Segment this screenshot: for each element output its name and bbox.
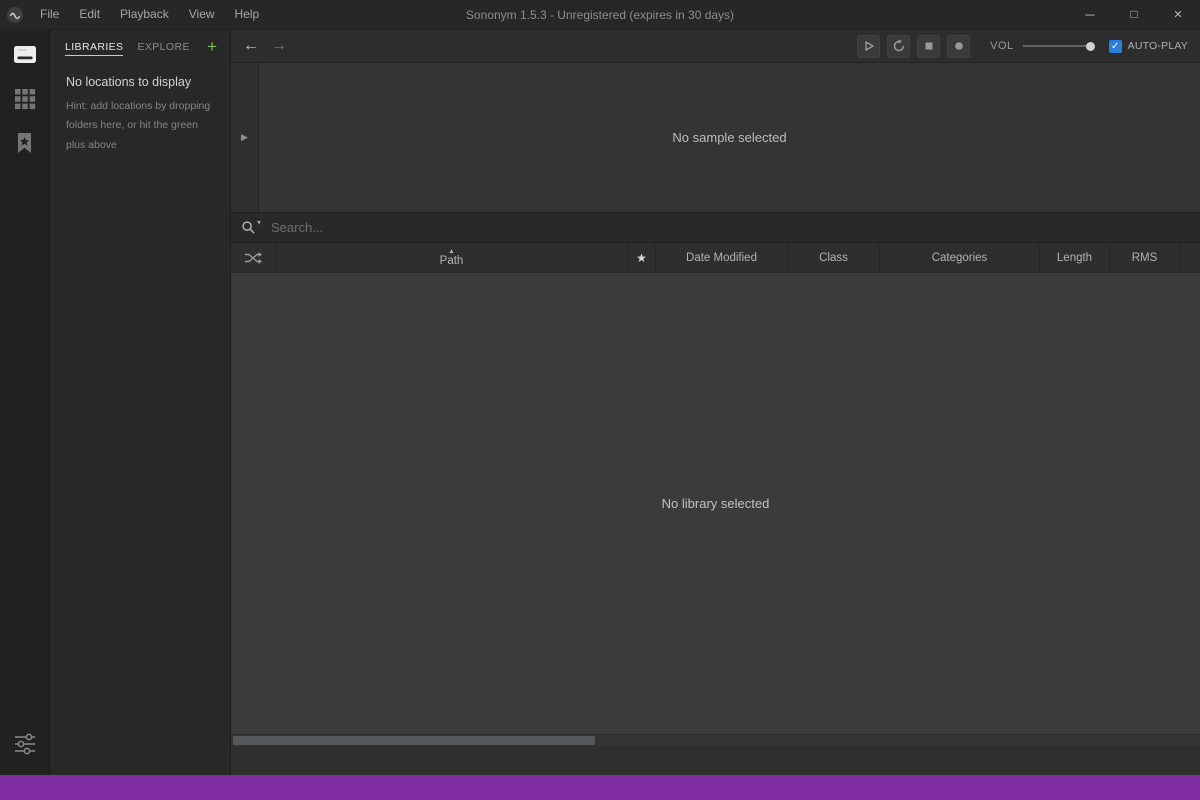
column-label: Categories <box>932 252 988 264</box>
search-icon <box>241 220 256 235</box>
main-toolbar: ← → <box>231 30 1200 63</box>
column-header-length[interactable]: Length <box>1040 243 1110 272</box>
volume-label: VOL <box>990 40 1014 52</box>
horizontal-scrollbar-thumb[interactable] <box>233 736 595 745</box>
window-controls: ─ □ × <box>1068 0 1200 29</box>
icon-rail <box>0 30 50 775</box>
menu-file[interactable]: File <box>30 0 69 29</box>
locations-empty-state: No locations to display Hint: add locati… <box>50 63 230 167</box>
search-bar: ▾ <box>231 213 1200 243</box>
preferences-sliders-icon[interactable] <box>8 727 42 761</box>
status-accent-bar <box>0 775 1200 800</box>
column-label: Date Modified <box>686 252 757 264</box>
results-table-header: ▲ Path ★ Date Modified Class Categories … <box>231 243 1200 273</box>
libraries-icon[interactable] <box>8 38 42 72</box>
status-bar <box>231 746 1200 775</box>
expand-panel-icon[interactable]: ▶ <box>241 132 248 143</box>
autoplay-label: AUTO-PLAY <box>1128 40 1188 52</box>
column-label: Path <box>440 255 464 267</box>
main-region: LIBRARIES EXPLORE + No locations to disp… <box>0 30 1200 775</box>
sample-empty-label: No sample selected <box>672 130 786 145</box>
maximize-button[interactable]: □ <box>1112 0 1156 29</box>
star-icon: ★ <box>636 251 647 265</box>
column-header-date-modified[interactable]: Date Modified <box>656 243 788 272</box>
locations-empty-hint: Hint: add locations by dropping folders … <box>66 97 212 155</box>
menu-help[interactable]: Help <box>225 0 270 29</box>
autoplay-checkbox[interactable]: ✓ <box>1109 40 1122 53</box>
column-header-class[interactable]: Class <box>788 243 880 272</box>
sample-empty-text: No sample selected <box>259 63 1200 212</box>
stop-button[interactable] <box>917 35 940 58</box>
app-logo-icon <box>0 6 30 24</box>
column-header-rms[interactable]: RMS <box>1110 243 1180 272</box>
search-dropdown-icon: ▾ <box>257 218 261 227</box>
volume-slider[interactable] <box>1023 39 1093 53</box>
forward-button[interactable]: → <box>271 37 287 55</box>
favorites-bookmark-icon[interactable] <box>8 126 42 160</box>
menu-playback[interactable]: Playback <box>110 0 179 29</box>
transport-controls <box>857 35 970 58</box>
library-empty-text: No library selected <box>662 496 770 511</box>
close-button[interactable]: × <box>1156 0 1200 29</box>
results-table-body: No library selected <box>231 273 1200 734</box>
app-window: File Edit Playback View Help Sononym 1.5… <box>0 0 1200 800</box>
sample-view-sidebar: ▶ <box>231 63 259 212</box>
sample-view: ▶ No sample selected <box>231 63 1200 213</box>
locations-panel-header: LIBRARIES EXPLORE + <box>50 30 230 63</box>
similarity-shuffle-button[interactable] <box>231 243 276 272</box>
search-input[interactable] <box>271 220 1200 235</box>
volume-slider-knob[interactable] <box>1086 42 1095 51</box>
loop-button[interactable] <box>887 35 910 58</box>
record-button[interactable] <box>947 35 970 58</box>
locations-empty-title: No locations to display <box>66 75 214 89</box>
add-location-button[interactable]: + <box>207 38 217 55</box>
minimize-button[interactable]: ─ <box>1068 0 1112 29</box>
titlebar: File Edit Playback View Help Sononym 1.5… <box>0 0 1200 30</box>
main-column: ← → <box>230 30 1200 775</box>
column-header-favorite[interactable]: ★ <box>628 243 656 272</box>
play-button[interactable] <box>857 35 880 58</box>
menubar: File Edit Playback View Help <box>30 0 269 29</box>
column-header-categories[interactable]: Categories <box>880 243 1040 272</box>
tab-explore[interactable]: EXPLORE <box>137 38 189 55</box>
volume-slider-track <box>1023 45 1093 47</box>
horizontal-scrollbar[interactable] <box>231 734 1200 746</box>
autoplay-control: ✓ AUTO-PLAY <box>1109 40 1188 53</box>
menu-view[interactable]: View <box>179 0 225 29</box>
grid-browser-icon[interactable] <box>8 82 42 116</box>
search-mode-button[interactable]: ▾ <box>231 220 271 235</box>
locations-panel: LIBRARIES EXPLORE + No locations to disp… <box>50 30 230 775</box>
column-label: Length <box>1057 252 1092 264</box>
column-header-path[interactable]: ▲ Path <box>276 243 628 272</box>
menu-edit[interactable]: Edit <box>69 0 110 29</box>
column-header-spacer <box>1180 243 1200 272</box>
column-label: Class <box>819 252 848 264</box>
shuffle-icon <box>244 251 262 265</box>
back-button[interactable]: ← <box>243 37 259 55</box>
column-label: RMS <box>1132 252 1158 264</box>
tab-libraries[interactable]: LIBRARIES <box>65 38 123 56</box>
